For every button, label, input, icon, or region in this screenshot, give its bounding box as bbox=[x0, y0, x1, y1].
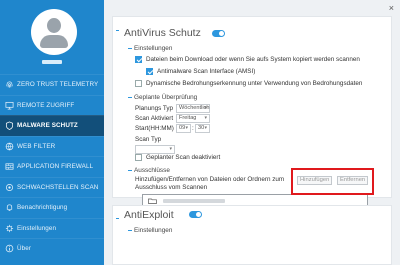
scheduled-scan-heading: Geplante Überprüfung bbox=[128, 94, 197, 101]
scan-disabled-label: Geplanter Scan deaktiviert bbox=[146, 154, 221, 161]
scan-day-value: Freitag bbox=[179, 115, 197, 121]
scan-day-select[interactable]: Freitag ▾ bbox=[176, 114, 210, 123]
sidebar-item-label: WEB FILTER bbox=[17, 142, 56, 150]
dynamic-detection-label: Dynamische Bedrohungserkennung unter Ver… bbox=[146, 80, 363, 87]
exclusions-label: Ausschlüsse bbox=[134, 167, 170, 174]
fingerprint-icon bbox=[4, 80, 14, 90]
gear-icon bbox=[4, 223, 14, 233]
chevron-down-icon: ▾ bbox=[185, 125, 188, 131]
bell-icon bbox=[4, 203, 14, 213]
globe-icon bbox=[4, 141, 14, 151]
sidebar-item-application-firewall[interactable]: APPLICATION FIREWALL bbox=[0, 156, 104, 177]
sidebar-item-label: Über bbox=[17, 245, 32, 253]
dash-icon bbox=[128, 96, 132, 98]
sidebar-item-remote-zugriff[interactable]: REMOTE ZUGRIFF bbox=[0, 94, 104, 116]
sidebar-item-label: ZERO TRUST TELEMETRY bbox=[17, 81, 99, 89]
sidebar-item-label: APPLICATION FIREWALL bbox=[17, 163, 94, 171]
info-icon bbox=[4, 244, 14, 254]
amsi-checkbox[interactable] bbox=[146, 68, 153, 75]
sidebar-item-label: SCHWACHSTELLEN SCAN bbox=[17, 183, 99, 191]
time-separator: : bbox=[192, 125, 194, 132]
target-icon bbox=[4, 182, 14, 192]
sidebar: ZERO TRUST TELEMETRY REMOTE ZUGRIFF MALW… bbox=[0, 0, 104, 265]
dash-icon bbox=[128, 169, 132, 171]
main-panel: × AntiVirus Schutz Einstellungen Dateien… bbox=[104, 0, 400, 265]
dynamic-detection-checkbox[interactable] bbox=[135, 80, 142, 87]
sidebar-item-malware-schutz[interactable]: MALWARE SCHUTZ bbox=[0, 115, 104, 136]
antiexploit-title: AntiExploit bbox=[124, 209, 174, 221]
scan-disabled-checkbox[interactable] bbox=[135, 154, 142, 161]
scan-type-select[interactable]: ▾ bbox=[135, 145, 175, 154]
amsi-label: Antimalware Scan Interface (AMSI) bbox=[157, 68, 256, 75]
sidebar-item-schwachstellen-scan[interactable]: SCHWACHSTELLEN SCAN bbox=[0, 176, 104, 198]
chevron-down-icon: ▾ bbox=[204, 125, 207, 131]
start-time-label: Start(HH:MM) bbox=[135, 125, 174, 132]
exclusions-desc-line1: Hinzufügen/Entfernen von Dateien oder Or… bbox=[135, 176, 285, 183]
antivirus-title: AntiVirus Schutz bbox=[124, 27, 201, 39]
sidebar-nav: ZERO TRUST TELEMETRY REMOTE ZUGRIFF MALW… bbox=[0, 74, 104, 259]
avatar[interactable] bbox=[31, 9, 77, 55]
screen-icon bbox=[4, 100, 14, 110]
antivirus-settings-label: Einstellungen bbox=[134, 45, 173, 52]
avatar-head-shape bbox=[47, 18, 61, 33]
exclusions-heading: Ausschlüsse bbox=[128, 167, 170, 174]
scan-active-label: Scan Aktiviert bbox=[135, 115, 174, 122]
shield-icon bbox=[4, 121, 14, 131]
user-name-redacted bbox=[42, 60, 62, 64]
start-minute-select[interactable]: 30 ▾ bbox=[195, 124, 210, 133]
sidebar-item-web-filter[interactable]: WEB FILTER bbox=[0, 135, 104, 157]
sidebar-item-label: REMOTE ZUGRIFF bbox=[17, 101, 75, 109]
antiexploit-toggle[interactable] bbox=[189, 211, 202, 218]
sidebar-item-label: Benachrichtigung bbox=[17, 204, 68, 212]
download-scan-label: Dateien beim Download oder wenn Sie aufs… bbox=[146, 56, 360, 63]
start-hour-select[interactable]: 09 ▾ bbox=[176, 124, 191, 133]
antivirus-settings-heading: Einstellungen bbox=[128, 45, 172, 52]
avatar-body-shape bbox=[40, 35, 68, 48]
exclusions-desc-line2: Ausschluss vom Scannen bbox=[135, 184, 208, 191]
firewall-icon bbox=[4, 162, 14, 172]
sidebar-item-benachrichtigung[interactable]: Benachrichtigung bbox=[0, 197, 104, 218]
sidebar-item-label: Einstellungen bbox=[17, 224, 57, 232]
dash-icon bbox=[128, 229, 132, 231]
collapse-dash-icon bbox=[116, 215, 121, 222]
annotation-highlight-box bbox=[291, 168, 374, 195]
exclusion-path-redacted bbox=[163, 199, 225, 203]
sidebar-item-label: MALWARE SCHUTZ bbox=[17, 122, 78, 130]
collapse-dash-icon bbox=[116, 27, 121, 34]
antiexploit-card: AntiExploit Einstellungen bbox=[112, 205, 392, 265]
dash-icon bbox=[128, 47, 132, 49]
chevron-down-icon: ▾ bbox=[204, 105, 207, 111]
chevron-down-icon: ▾ bbox=[169, 146, 172, 152]
plan-type-select[interactable]: Wöchentlich ▾ bbox=[176, 104, 210, 113]
antiexploit-settings-heading: Einstellungen bbox=[128, 227, 172, 234]
antiexploit-settings-label: Einstellungen bbox=[134, 227, 173, 234]
sidebar-item-zero-trust-telemetry[interactable]: ZERO TRUST TELEMETRY bbox=[0, 74, 104, 95]
plan-type-label: Planungs Typ bbox=[135, 105, 174, 112]
sidebar-item-einstellungen[interactable]: Einstellungen bbox=[0, 217, 104, 239]
antivirus-toggle[interactable] bbox=[212, 30, 225, 37]
sidebar-item-ueber[interactable]: Über bbox=[0, 238, 104, 259]
download-scan-checkbox[interactable] bbox=[135, 56, 142, 63]
start-hour-value: 09 bbox=[179, 125, 186, 131]
scan-type-label: Scan Typ bbox=[135, 136, 162, 143]
close-icon[interactable]: × bbox=[389, 3, 394, 13]
start-minute-value: 30 bbox=[198, 125, 205, 131]
scheduled-scan-label: Geplante Überprüfung bbox=[134, 94, 198, 101]
chevron-down-icon: ▾ bbox=[204, 115, 207, 121]
